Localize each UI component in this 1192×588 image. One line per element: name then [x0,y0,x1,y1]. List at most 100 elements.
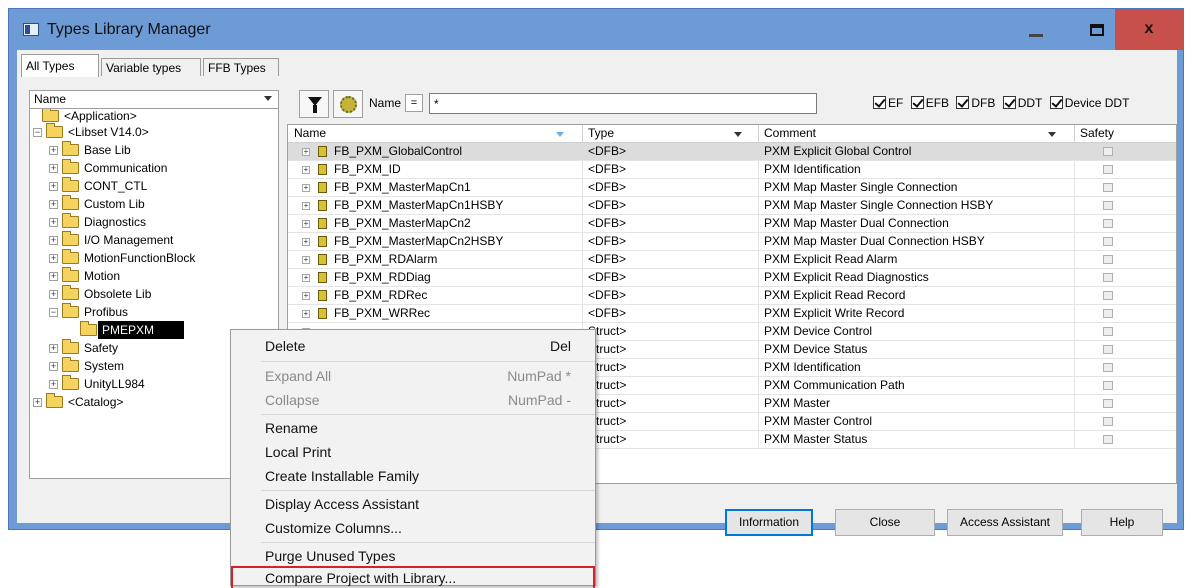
expand-icon[interactable]: + [49,236,58,245]
table-row[interactable]: + FB_PXM_GlobalControl <DFB> PXM Explicit G… [288,143,1176,161]
filter-button[interactable] [299,90,329,118]
efb-checkbox[interactable]: EFB [910,96,949,110]
expand-icon[interactable]: + [302,184,310,192]
expand-icon[interactable]: + [49,290,58,299]
tab-variable-types[interactable]: Variable types [101,58,201,76]
menu-item-delete[interactable]: Delete Del [231,334,595,358]
expand-icon[interactable]: + [302,166,310,174]
close-button[interactable]: Close [835,509,935,536]
collapse-icon[interactable]: − [49,308,58,317]
title-bar[interactable]: Types Library Manager x [9,9,1183,50]
function-block-icon [318,218,327,229]
expand-icon[interactable]: + [49,254,58,263]
menu-separator [261,542,595,543]
checkbox-label: DFB [971,96,996,110]
safety-checkbox-icon [1103,255,1113,264]
column-header-comment[interactable]: Comment [764,126,816,140]
device-ddt-checkbox[interactable]: Device DDT [1049,96,1129,110]
expand-icon[interactable]: + [302,310,310,318]
expand-icon[interactable]: + [49,272,58,281]
table-row[interactable]: + FB_PXM_MasterMapCn1 <DFB> PXM Map Master … [288,179,1176,197]
cell-type: <DFB> [588,252,627,266]
expand-icon[interactable]: + [49,182,58,191]
menu-item-label: Purge Unused Types [265,548,396,564]
name-filter-input[interactable] [429,93,817,114]
folder-icon [62,141,79,156]
settings-button[interactable] [333,90,363,118]
expand-icon[interactable]: + [302,238,310,246]
menu-item-shortcut: NumPad - [507,392,571,408]
menu-item-rename[interactable]: Rename [231,416,595,440]
menu-item-purge-unused-types[interactable]: Purge Unused Types [231,544,595,568]
expand-icon[interactable]: + [49,164,58,173]
expand-icon[interactable]: + [49,218,58,227]
safety-checkbox-icon [1103,219,1113,228]
column-divider[interactable] [758,125,759,143]
table-row[interactable]: + FB_PXM_RDAlarm <DFB> PXM Explicit Read Al… [288,251,1176,269]
table-row[interactable]: + FB_PXM_RDRec <DFB> PXM Explicit Read Reco… [288,287,1176,305]
expand-icon[interactable]: + [302,256,310,264]
tree-column-selector[interactable]: Name [29,90,279,109]
expand-icon[interactable]: + [49,200,58,209]
expand-icon[interactable]: + [33,398,42,407]
table-row[interactable]: + FB_PXM_MasterMapCn2 <DFB> PXM Map Master … [288,215,1176,233]
expand-icon[interactable]: + [302,148,310,156]
app-icon [23,23,39,36]
cell-type: <DFB> [588,234,627,248]
ef-checkbox[interactable]: EF [873,96,903,110]
column-divider[interactable] [1074,125,1075,143]
menu-item-create-installable-family[interactable]: Create Installable Family [231,464,595,488]
table-row[interactable]: + FB_PXM_WRRec <DFB> PXM Explicit Write Rec… [288,305,1176,323]
expand-icon[interactable]: + [302,274,310,282]
safety-checkbox-icon [1103,417,1113,426]
menu-item-shortcut: Del [549,338,571,354]
expand-icon[interactable]: + [49,362,58,371]
expand-icon[interactable]: + [49,146,58,155]
expand-icon[interactable]: + [302,292,310,300]
cell-comment: PXM Communication Path [764,378,905,392]
collapse-icon[interactable]: − [33,128,42,137]
menu-item-compare-project-with-library[interactable]: Compare Project with Library... [231,566,595,588]
dfb-checkbox[interactable]: DFB [956,96,995,110]
close-window-button[interactable]: x [1115,9,1183,50]
menu-separator [261,414,595,415]
tab-ffb-types[interactable]: FFB Types [203,58,279,76]
ddt-checkbox[interactable]: DDT [1002,96,1042,110]
safety-checkbox-icon [1103,201,1113,210]
column-header-type[interactable]: Type [588,126,614,140]
cell-comment: PXM Identification [764,162,861,176]
chevron-down-icon[interactable] [734,132,742,137]
cell-name: FB_PXM_MasterMapCn2HSBY [334,234,504,248]
expand-icon[interactable]: + [302,202,310,210]
expand-icon[interactable]: + [49,344,58,353]
sort-arrow-icon[interactable] [556,132,564,137]
chevron-down-icon[interactable] [1048,132,1056,137]
menu-item-display-access-assistant[interactable]: Display Access Assistant [231,492,595,516]
expand-icon[interactable]: + [302,220,310,228]
function-block-icon [318,272,327,283]
table-row[interactable]: + FB_PXM_RDDiag <DFB> PXM Explicit Read Dia… [288,269,1176,287]
table-row[interactable]: + FB_PXM_MasterMapCn1HSBY <DFB> PXM Map Mas… [288,197,1176,215]
expand-icon[interactable]: + [49,380,58,389]
menu-item-expand-all[interactable]: Expand All NumPad * [231,364,595,388]
table-row[interactable]: + FB_PXM_MasterMapCn2HSBY <DFB> PXM Map Mas… [288,233,1176,251]
menu-item-collapse[interactable]: Collapse NumPad - [231,388,595,412]
minimize-button[interactable] [1013,9,1059,50]
cell-name: FB_PXM_MasterMapCn1 [334,180,471,194]
menu-item-customize-columns[interactable]: Customize Columns... [231,516,595,540]
cell-type: <DFB> [588,306,627,320]
folder-icon [62,249,79,264]
column-header-name[interactable]: Name [294,126,326,140]
tree-node-label: Motion [84,269,121,283]
access-assistant-button[interactable]: Access Assistant [947,509,1063,536]
tree-node-label: Communication [84,161,168,175]
table-row[interactable]: + FB_PXM_ID <DFB> PXM Identification [288,161,1176,179]
operator-button[interactable]: = [405,94,423,112]
folder-icon [62,195,79,210]
tab-all-types[interactable]: All Types [21,54,99,77]
menu-item-local-print[interactable]: Local Print [231,440,595,464]
information-button[interactable]: Information [725,509,813,536]
column-divider[interactable] [582,125,583,143]
column-header-safety[interactable]: Safety [1080,126,1114,140]
help-button[interactable]: Help [1081,509,1163,536]
